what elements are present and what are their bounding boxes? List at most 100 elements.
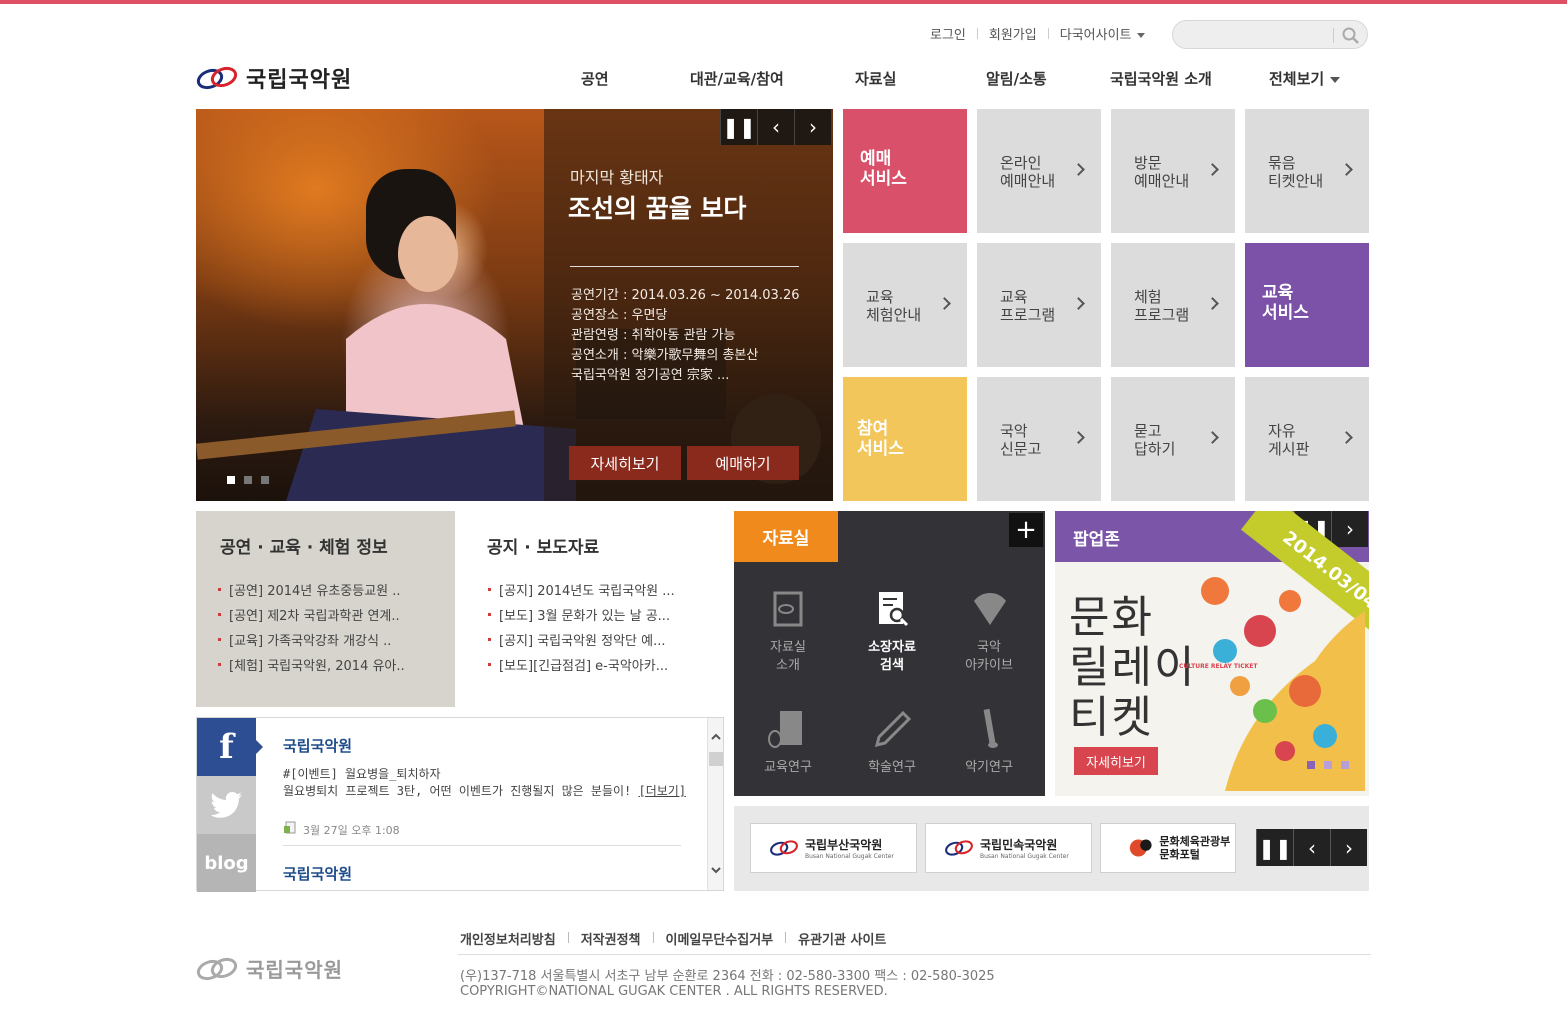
archive-item-label: 학술연구 <box>868 760 916 775</box>
list-item-text: [공지] 2014년도 국립국악원 ... <box>499 584 675 599</box>
scroll-thumb[interactable] <box>709 752 723 766</box>
hero-detail-button[interactable]: 자세히보기 <box>569 446 681 480</box>
tile-qna[interactable]: 묻고 답하기 <box>1111 377 1235 501</box>
sns-scrollbar[interactable] <box>707 718 723 890</box>
popup-eng-caption: CULTURE RELAY TICKET <box>1179 663 1258 670</box>
footer-link-copyright[interactable]: 저작권정책 <box>581 929 641 948</box>
tile-edu-program[interactable]: 교육 프로그램 <box>977 243 1101 367</box>
nav-rental-edu[interactable]: 대관/교육/참여 <box>690 68 784 89</box>
archive-item-search[interactable]: 소장자료 검색 <box>842 639 942 675</box>
footer-link-related[interactable]: 유관기관 사이트 <box>798 929 886 948</box>
footer-link-privacy[interactable]: 개인정보처리방침 <box>460 929 556 948</box>
tab-facebook[interactable]: f <box>197 718 256 776</box>
join-link[interactable]: 회원가입 <box>989 24 1037 43</box>
tile-visit-reserve[interactable]: 방문 예매안내 <box>1111 109 1235 233</box>
archive-item-intro[interactable]: 자료실 소개 <box>738 639 838 675</box>
archive-item-instrument-research[interactable]: 악기연구 <box>939 759 1039 777</box>
banner-next-button[interactable]: › <box>1330 829 1367 866</box>
nav-archive[interactable]: 자료실 <box>855 68 896 89</box>
nav-news[interactable]: 알림/소통 <box>986 68 1047 89</box>
hero-prev-button[interactable]: ‹ <box>757 109 794 145</box>
hero-info-age: 관람연령 : 취학아동 관람 가능 <box>571 328 736 343</box>
tile-label: 예매 <box>860 149 892 169</box>
list-item[interactable]: [체험] 국립국악원, 2014 유아.. <box>218 652 405 677</box>
search-input[interactable] <box>1185 25 1325 45</box>
plus-icon[interactable]: + <box>1009 513 1043 547</box>
sns-more-link[interactable]: [더보기] <box>638 784 686 798</box>
hero-pause-button[interactable]: ❚❚ <box>720 109 757 145</box>
logo-text: 국립국악원 <box>246 68 353 93</box>
search-icon[interactable] <box>1341 26 1361 46</box>
banner-text: 국립민속국악원 Busan National Gugak Center <box>980 836 1069 860</box>
sns-author[interactable]: 국립국악원 <box>283 735 352 756</box>
hero-next-button[interactable]: › <box>794 109 831 145</box>
list-item[interactable]: [공연] 2014년 유초중등교원 .. <box>218 577 405 602</box>
nav-about[interactable]: 국립국악원 소개 <box>1110 68 1212 89</box>
banner-prev-button[interactable]: ‹ <box>1293 829 1330 866</box>
tile-label: 프로그램 <box>1134 306 1190 324</box>
nav-performance[interactable]: 공연 <box>581 68 609 89</box>
tile-online-reserve[interactable]: 온라인 예매안내 <box>977 109 1101 233</box>
notice-title[interactable]: 공지 · 보도자료 <box>487 533 599 558</box>
tile-ticket-service[interactable]: 예매 서비스 <box>843 109 967 233</box>
book-mouse-icon <box>768 711 802 748</box>
list-item[interactable]: [교육] 가족국악강좌 개강식 .. <box>218 627 405 652</box>
top-accent-bar <box>0 0 1567 4</box>
login-link[interactable]: 로그인 <box>930 24 966 43</box>
tile-label: 예매안내 <box>1134 172 1190 190</box>
banner-name: 국립민속국악원 <box>980 838 1058 852</box>
tile-bundle-ticket[interactable]: 묶음 티켓안내 <box>1245 109 1369 233</box>
hero-reserve-button[interactable]: 예매하기 <box>687 446 799 480</box>
tile-sinmungo[interactable]: 국악 신문고 <box>977 377 1101 501</box>
hero-slider: ❚❚ ‹ › 마지막 황태자 조선의 꿈을 보다 공연기간 : 2014.03.… <box>196 109 833 501</box>
tile-exp-program[interactable]: 체험 프로그램 <box>1111 243 1235 367</box>
list-item[interactable]: [공지] 2014년도 국립국악원 ... <box>488 577 675 602</box>
banner-busan-gugak[interactable]: 국립부산국악원 Busan National Gugak Center <box>750 823 917 873</box>
nav-sitemap[interactable]: 전체보기 <box>1269 68 1341 89</box>
perf-info-title[interactable]: 공연 · 교육 · 체험 정보 <box>220 533 388 558</box>
banner-text: 국립부산국악원 Busan National Gugak Center <box>805 836 894 860</box>
archive-item-gugak-archive[interactable]: 국악 아카이브 <box>939 639 1039 675</box>
banner-culture-portal[interactable]: 문화체육관광부 문화포털 <box>1100 823 1236 873</box>
popup-pager-dot[interactable] <box>1324 761 1332 769</box>
hero-pager-dot[interactable] <box>227 476 235 484</box>
multilang-link[interactable]: 다국어사이트 <box>1060 24 1145 43</box>
sns-author[interactable]: 국립국악원 <box>283 863 352 884</box>
list-item[interactable]: [공지] 국립국악원 정악단 예... <box>488 627 675 652</box>
list-item[interactable]: [보도][긴급점검] e-국악아카... <box>488 652 675 677</box>
footer-links: 개인정보처리방침 저작권정책 이메일무단수집거부 유관기관 사이트 <box>460 929 886 948</box>
tile-label: 체험안내 <box>866 306 922 324</box>
scroll-down-icon[interactable] <box>710 865 722 875</box>
tile-free-board[interactable]: 자유 게시판 <box>1245 377 1369 501</box>
chevron-right-icon <box>1072 431 1085 444</box>
banner-pause-button[interactable]: ❚❚ <box>1256 829 1293 866</box>
related-banner: 국립부산국악원 Busan National Gugak Center 국립민속국… <box>734 806 1369 891</box>
archive-item-label: 소개 <box>776 658 800 673</box>
tile-edu-service[interactable]: 교육 서비스 <box>1245 243 1369 367</box>
tab-blog[interactable]: blog <box>197 834 256 892</box>
banner-minsok-gugak[interactable]: 국립민속국악원 Busan National Gugak Center <box>925 823 1092 873</box>
archive-item-academic-research[interactable]: 학술연구 <box>842 759 942 777</box>
scroll-up-icon[interactable] <box>710 732 722 742</box>
perf-info-list: [공연] 2014년 유초중등교원 .. [공연] 제2차 국립과학관 연계..… <box>218 577 405 677</box>
hero-pager-dot[interactable] <box>261 476 269 484</box>
archive-item-edu-research[interactable]: 교육연구 <box>738 759 838 777</box>
site-logo[interactable]: 국립국악원 <box>196 62 352 94</box>
archive-title[interactable]: 자료실 <box>734 511 838 562</box>
archive-item-label: 악기연구 <box>965 760 1013 775</box>
popup-pager-dot[interactable] <box>1307 761 1315 769</box>
caret-down-icon <box>1136 33 1145 38</box>
footer-link-email[interactable]: 이메일무단수집거부 <box>666 929 774 948</box>
tile-join-service[interactable]: 참여 서비스 <box>843 377 967 501</box>
archive-panel: 자료실 + 자료실 소개 소장자료 검색 국악 아카이브 교육연구 학술연구 악기연구 <box>734 511 1045 796</box>
tab-twitter[interactable] <box>197 776 256 834</box>
tile-label: 교육 <box>1000 288 1028 306</box>
list-item[interactable]: [보도] 3월 문화가 있는 날 공... <box>488 602 675 627</box>
list-item[interactable]: [공연] 제2차 국립과학관 연계.. <box>218 602 405 627</box>
popup-next-button[interactable]: › <box>1331 511 1368 547</box>
popup-detail-button[interactable]: 자세히보기 <box>1074 747 1158 775</box>
popup-pager-dot[interactable] <box>1341 761 1349 769</box>
hero-pager-dot[interactable] <box>244 476 252 484</box>
tile-edu-experience[interactable]: 교육 체험안내 <box>843 243 967 367</box>
tile-label: 신문고 <box>1000 440 1042 458</box>
